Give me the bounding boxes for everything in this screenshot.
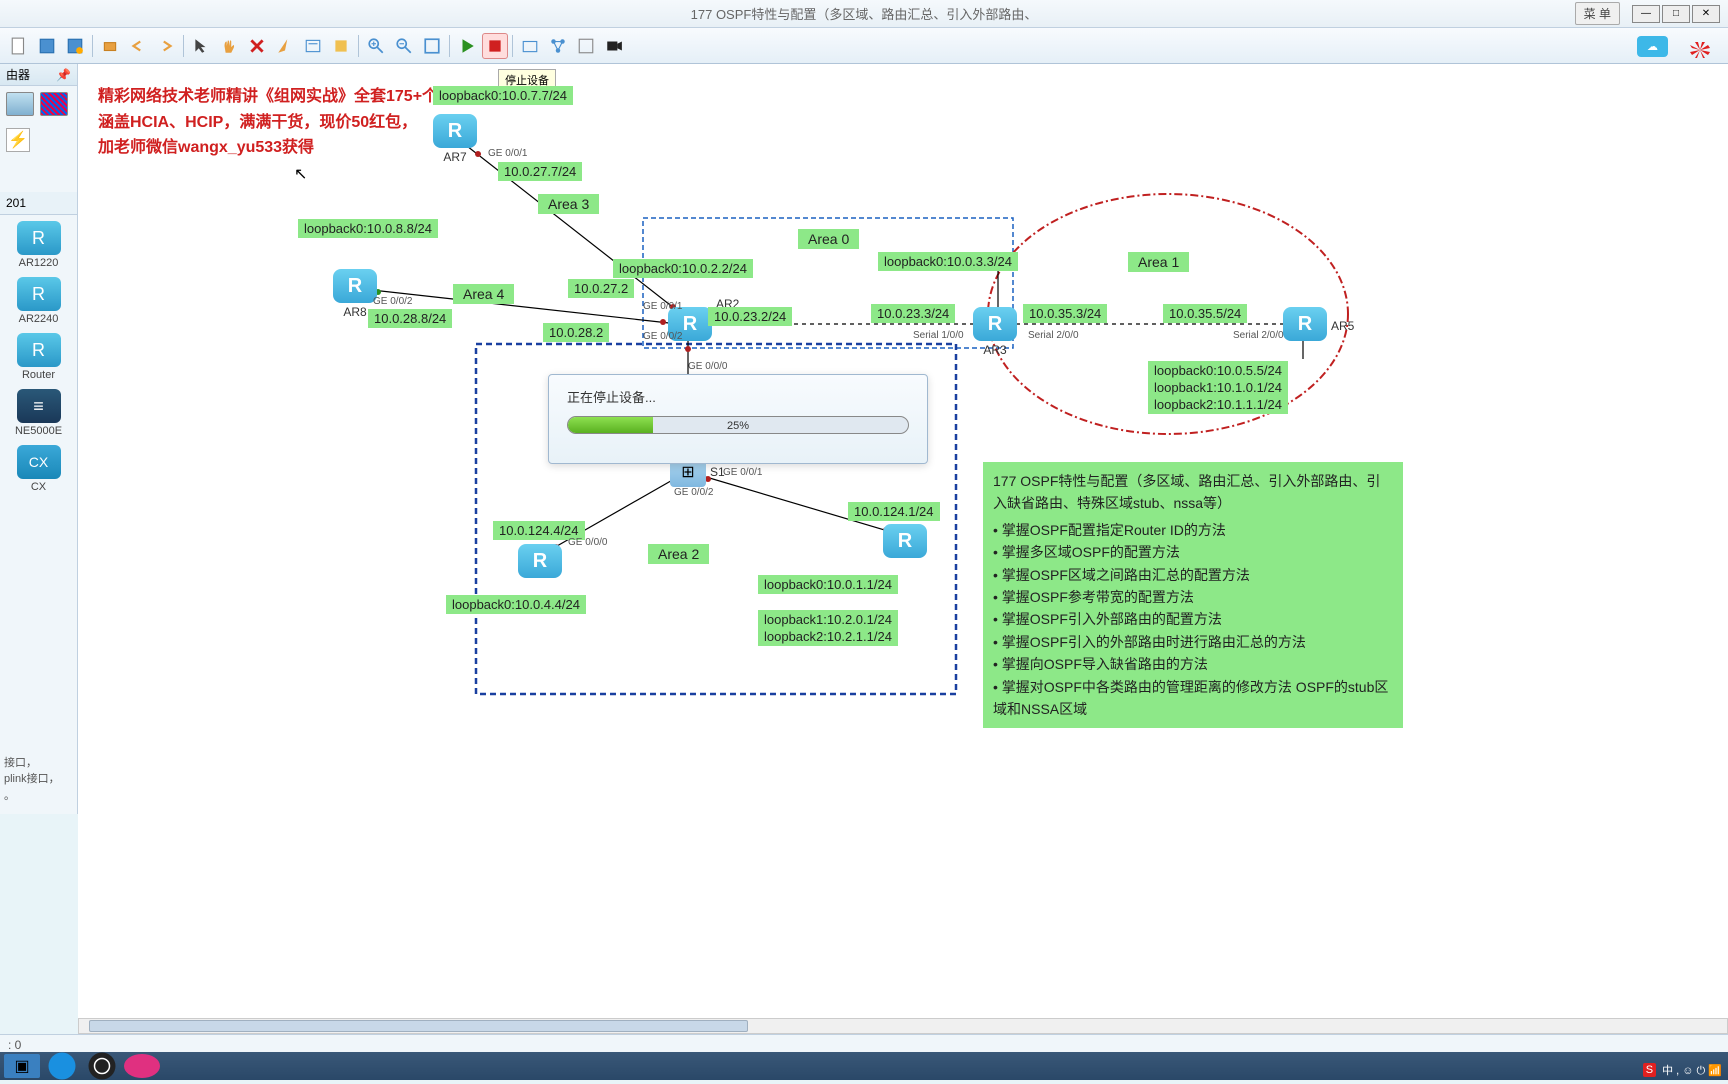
section-number: 201 (0, 192, 77, 215)
zoomin-icon[interactable] (363, 33, 389, 59)
toolbar (0, 28, 1728, 64)
progress-dialog: 正在停止设备... 25% (548, 374, 928, 464)
label-area2: Area 2 (648, 544, 709, 564)
sidebar: 由器📌 ⚡ 201 RAR1220 RAR2240 RRouter ≡NE500… (0, 64, 78, 814)
node-ar7[interactable]: RAR7 (433, 114, 477, 164)
cursor-icon: ↖ (294, 164, 307, 184)
label-ip277: 10.0.27.7/24 (498, 162, 582, 181)
iface: Serial 2/0/0 (1233, 330, 1284, 341)
grid-category-icon[interactable] (40, 92, 68, 116)
pointer-icon[interactable] (188, 33, 214, 59)
iface: GE 0/0/1 (643, 301, 682, 312)
topo-icon[interactable] (545, 33, 571, 59)
task-obs[interactable] (84, 1054, 120, 1078)
label-area0: Area 0 (798, 229, 859, 249)
capture-icon[interactable] (517, 33, 543, 59)
new-icon[interactable] (6, 33, 32, 59)
label-ip288: 10.0.28.8/24 (368, 309, 452, 328)
label-ip233: 10.0.23.3/24 (871, 304, 955, 323)
iface: GE 0/0/2 (373, 296, 412, 307)
label-ip353: 10.0.35.3/24 (1023, 304, 1107, 323)
power-icon[interactable]: ⚡ (6, 128, 30, 152)
broom-icon[interactable] (272, 33, 298, 59)
topology-canvas[interactable]: 停止设备 精彩网络技术老师精讲《组网实战》全套175+个组网拓扑实验， 涵盖HC… (78, 64, 1728, 1032)
device-ne5000e[interactable]: ≡NE5000E (6, 389, 71, 437)
label-ip232: 10.0.23.2/24 (708, 307, 792, 326)
label-lp3: loopback0:10.0.3.3/24 (878, 252, 1018, 271)
menu-button[interactable]: 菜 单 (1575, 2, 1620, 25)
redo-icon[interactable] (153, 33, 179, 59)
iface: GE 0/0/0 (688, 361, 727, 372)
label-ip282: 10.0.28.2 (543, 323, 609, 342)
palette-icon[interactable] (328, 33, 354, 59)
saveas-icon[interactable] (62, 33, 88, 59)
iface: Serial 2/0/0 (1028, 330, 1079, 341)
huawei-logo (1680, 40, 1720, 60)
node-ar5[interactable]: RAR5 (1283, 307, 1327, 341)
play-icon[interactable] (454, 33, 480, 59)
iface: Serial 1/0/0 (913, 330, 964, 341)
fit-icon[interactable] (419, 33, 445, 59)
wireless-category-icon[interactable] (6, 92, 34, 116)
label-lp8: loopback0:10.0.8.8/24 (298, 219, 438, 238)
device-ar1220[interactable]: RAR1220 (6, 221, 71, 269)
device-router[interactable]: RRouter (6, 333, 71, 381)
device-list: RAR1220 RAR2240 RRouter ≡NE5000E CXCX (0, 215, 77, 507)
titlebar: 177 OSPF特性与配置（多区域、路由汇总、引入外部路由、 菜 单 — □ ✕ (0, 0, 1728, 28)
dialog-text: 正在停止设备... (567, 387, 909, 406)
maximize-button[interactable]: □ (1662, 5, 1690, 23)
stop-icon[interactable] (482, 33, 508, 59)
cloud-badge[interactable]: ☁ (1637, 36, 1668, 57)
task-edge[interactable] (44, 1054, 80, 1078)
iface: GE 0/0/2 (674, 487, 713, 498)
label-lp4: loopback0:10.0.4.4/24 (446, 595, 586, 614)
label-ip272: 10.0.27.2 (568, 279, 634, 298)
iface: GE 0/0/2 (643, 331, 682, 342)
undo-icon[interactable] (125, 33, 151, 59)
label-ip1241: 10.0.124.1/24 (848, 502, 940, 521)
iface: GE 0/0/1 (488, 148, 527, 159)
scrollbar-thumb[interactable] (89, 1020, 748, 1032)
text-icon[interactable] (300, 33, 326, 59)
label-lp1c: loopback2:10.2.1.1/24 (758, 627, 898, 646)
video-icon[interactable] (601, 33, 627, 59)
label-area3: Area 3 (538, 194, 599, 214)
iface: GE 0/0/0 (568, 537, 607, 548)
scrollbar-horizontal[interactable] (78, 1018, 1728, 1034)
save-icon[interactable] (34, 33, 60, 59)
iface: GE 0/0/1 (723, 467, 762, 478)
device-ar2240[interactable]: RAR2240 (6, 277, 71, 325)
label-ip355: 10.0.35.5/24 (1163, 304, 1247, 323)
pin-icon[interactable]: 📌 (56, 68, 71, 82)
label-lp7: loopback0:10.0.7.7/24 (433, 86, 573, 105)
minimize-button[interactable]: — (1632, 5, 1660, 23)
sidebar-header: 由器📌 (0, 64, 77, 86)
label-lp5c: loopback2:10.1.1.1/24 (1148, 395, 1288, 414)
window-icon[interactable] (573, 33, 599, 59)
start-button[interactable]: ▣ (4, 1054, 40, 1078)
node-ar1[interactable]: RAR1 (883, 524, 927, 558)
delete-icon[interactable] (244, 33, 270, 59)
system-tray[interactable]: S 中 , ☺ ⏻ 📶 (1643, 1062, 1722, 1078)
label-area4: Area 4 (453, 284, 514, 304)
sidebar-hint: 接口， plink接口， 。 (4, 755, 60, 805)
close-button[interactable]: ✕ (1692, 5, 1720, 23)
zoomout-icon[interactable] (391, 33, 417, 59)
task-app[interactable] (124, 1054, 160, 1078)
title-text: 177 OSPF特性与配置（多区域、路由汇总、引入外部路由、 (691, 4, 1038, 23)
label-lp2: loopback0:10.0.2.2/24 (613, 259, 753, 278)
progress-bar: 25% (567, 416, 909, 434)
hand-icon[interactable] (216, 33, 242, 59)
device-cx[interactable]: CXCX (6, 445, 71, 493)
info-box: 177 OSPF特性与配置（多区域、路由汇总、引入外部路由、引入缺省路由、特殊区… (983, 462, 1403, 728)
node-ar4[interactable]: RAR4 (518, 544, 562, 578)
print-icon[interactable] (97, 33, 123, 59)
label-lp1a: loopback0:10.0.1.1/24 (758, 575, 898, 594)
node-ar3[interactable]: RAR3 (973, 307, 1017, 357)
label-area1: Area 1 (1128, 252, 1189, 272)
taskbar: ▣ S 中 , ☺ ⏻ 📶 (0, 1052, 1728, 1080)
